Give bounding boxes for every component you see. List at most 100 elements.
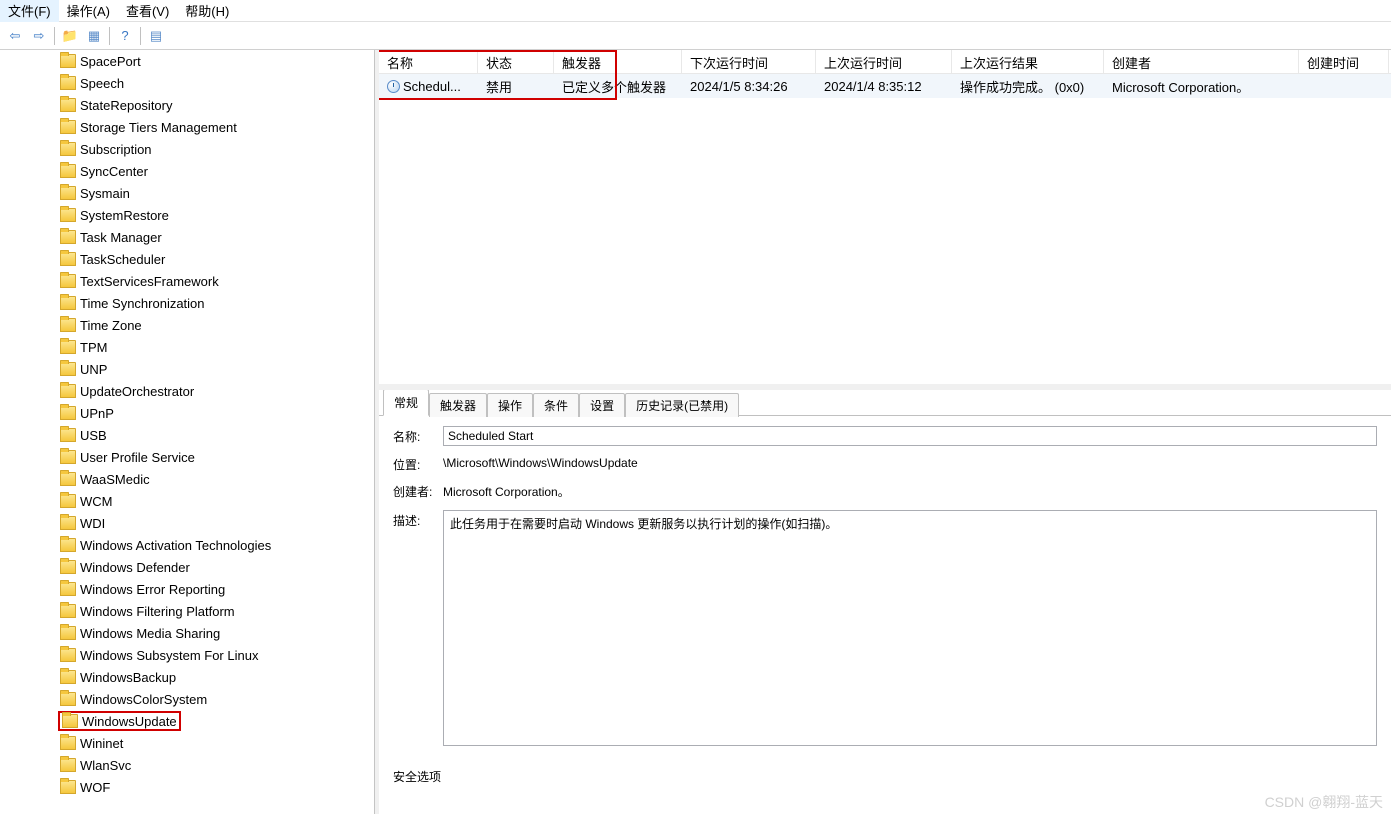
folder-icon [60,76,76,90]
folder-icon [60,780,76,794]
folder-icon [60,736,76,750]
tree-node-windows-activation-technologies[interactable]: Windows Activation Technologies [0,534,374,556]
tree-node-subscription[interactable]: Subscription [0,138,374,160]
menu-action[interactable]: 操作(A) [59,0,118,22]
label-location: 位置: [393,454,443,473]
task-name: Schedul... [379,77,478,96]
tree-node-storage-tiers-management[interactable]: Storage Tiers Management [0,116,374,138]
tree-node-task-manager[interactable]: Task Manager [0,226,374,248]
folder-icon [60,692,76,706]
folder-icon [60,604,76,618]
folder-icon [60,252,76,266]
folder-icon [60,164,76,178]
menu-view[interactable]: 查看(V) [118,0,177,22]
clock-icon [387,80,400,93]
task-author: Microsoft Corporation。 [1104,75,1299,98]
folder-icon [60,98,76,112]
tree-node-systemrestore[interactable]: SystemRestore [0,204,374,226]
tree-node-textservicesframework[interactable]: TextServicesFramework [0,270,374,292]
folder-icon [60,120,76,134]
folder-icon [60,758,76,772]
folder-icon [60,670,76,684]
folder-icon [60,626,76,640]
tree-node-waasmedic[interactable]: WaaSMedic [0,468,374,490]
input-name[interactable] [443,426,1377,446]
col-status[interactable]: 状态 [478,50,554,73]
tab-history[interactable]: 历史记录(已禁用) [625,393,739,417]
tree-node-windows-error-reporting[interactable]: Windows Error Reporting [0,578,374,600]
col-created[interactable]: 创建时间 [1299,50,1389,73]
folder-icon [60,494,76,508]
folder-icon [60,406,76,420]
toolbar-forward[interactable]: ⇨ [28,25,50,47]
tree-node-windowsupdate[interactable]: WindowsUpdate [0,710,374,732]
task-lastrun: 2024/1/4 8:35:12 [816,77,952,96]
tree-node-speech[interactable]: Speech [0,72,374,94]
toolbar: ⇦ ⇨ 📁 ▦ ? ▤ [0,22,1391,50]
tree-node-windows-filtering-platform[interactable]: Windows Filtering Platform [0,600,374,622]
tree-node-wlansvc[interactable]: WlanSvc [0,754,374,776]
task-row[interactable]: Schedul... 禁用 已定义多个触发器 2024/1/5 8:34:26 … [379,74,1391,98]
tree-node-synccenter[interactable]: SyncCenter [0,160,374,182]
toolbar-help[interactable]: ? [114,25,136,47]
tree-node-time-zone[interactable]: Time Zone [0,314,374,336]
col-lastrun[interactable]: 上次运行时间 [816,50,952,73]
col-author[interactable]: 创建者 [1104,50,1299,73]
tree-node-usb[interactable]: USB [0,424,374,446]
tree-node-upnp[interactable]: UPnP [0,402,374,424]
folder-icon [60,186,76,200]
label-author: 创建者: [393,481,443,500]
folder-icon [60,450,76,464]
tab-actions[interactable]: 操作 [487,393,533,417]
tab-general[interactable]: 常规 [383,390,429,416]
main-container: SpacePortSpeechStateRepositoryStorage Ti… [0,50,1391,814]
general-form: 名称: 位置: \Microsoft\Windows\WindowsUpdate… [379,416,1391,764]
toolbar-props[interactable]: ▦ [83,25,105,47]
tree-node-time-synchronization[interactable]: Time Synchronization [0,292,374,314]
task-status: 禁用 [478,75,554,98]
toolbar-back[interactable]: ⇦ [4,25,26,47]
tree-node-windowscolorsystem[interactable]: WindowsColorSystem [0,688,374,710]
menu-help[interactable]: 帮助(H) [177,0,237,22]
tree-node-wcm[interactable]: WCM [0,490,374,512]
tree-node-sysmain[interactable]: Sysmain [0,182,374,204]
tree-node-taskscheduler[interactable]: TaskScheduler [0,248,374,270]
folder-icon [60,296,76,310]
tab-conditions[interactable]: 条件 [533,393,579,417]
folder-icon [60,208,76,222]
task-list: 名称 状态 触发器 下次运行时间 上次运行时间 上次运行结果 创建者 创建时间 … [379,50,1391,390]
col-triggers[interactable]: 触发器 [554,50,682,73]
tab-settings[interactable]: 设置 [579,393,625,417]
label-name: 名称: [393,426,443,445]
folder-icon [60,142,76,156]
tree-node-staterepository[interactable]: StateRepository [0,94,374,116]
tree-panel[interactable]: SpacePortSpeechStateRepositoryStorage Ti… [0,50,375,814]
tree-node-windowsbackup[interactable]: WindowsBackup [0,666,374,688]
task-list-header: 名称 状态 触发器 下次运行时间 上次运行时间 上次运行结果 创建者 创建时间 [379,50,1391,74]
right-panel: 名称 状态 触发器 下次运行时间 上次运行时间 上次运行结果 创建者 创建时间 … [375,50,1391,814]
tree-node-updateorchestrator[interactable]: UpdateOrchestrator [0,380,374,402]
tree-node-spaceport[interactable]: SpacePort [0,50,374,72]
tree-node-windows-defender[interactable]: Windows Defender [0,556,374,578]
tree-node-wininet[interactable]: Wininet [0,732,374,754]
folder-icon [60,560,76,574]
tree-node-windows-subsystem-for-linux[interactable]: Windows Subsystem For Linux [0,644,374,666]
tree-node-user-profile-service[interactable]: User Profile Service [0,446,374,468]
col-lastresult[interactable]: 上次运行结果 [952,50,1104,73]
tree-node-windows-media-sharing[interactable]: Windows Media Sharing [0,622,374,644]
folder-icon [60,384,76,398]
col-nextrun[interactable]: 下次运行时间 [682,50,816,73]
menu-file[interactable]: 文件(F) [0,0,59,22]
toolbar-view[interactable]: ▤ [145,25,167,47]
toolbar-folder[interactable]: 📁 [59,25,81,47]
task-triggers: 已定义多个触发器 [554,75,682,98]
tree-node-unp[interactable]: UNP [0,358,374,380]
folder-icon [60,318,76,332]
tree-node-tpm[interactable]: TPM [0,336,374,358]
tab-triggers[interactable]: 触发器 [429,393,487,417]
task-nextrun: 2024/1/5 8:34:26 [682,77,816,96]
tree-node-wof[interactable]: WOF [0,776,374,798]
tree-node-wdi[interactable]: WDI [0,512,374,534]
textarea-desc[interactable] [443,510,1377,746]
col-name[interactable]: 名称 [379,50,478,73]
